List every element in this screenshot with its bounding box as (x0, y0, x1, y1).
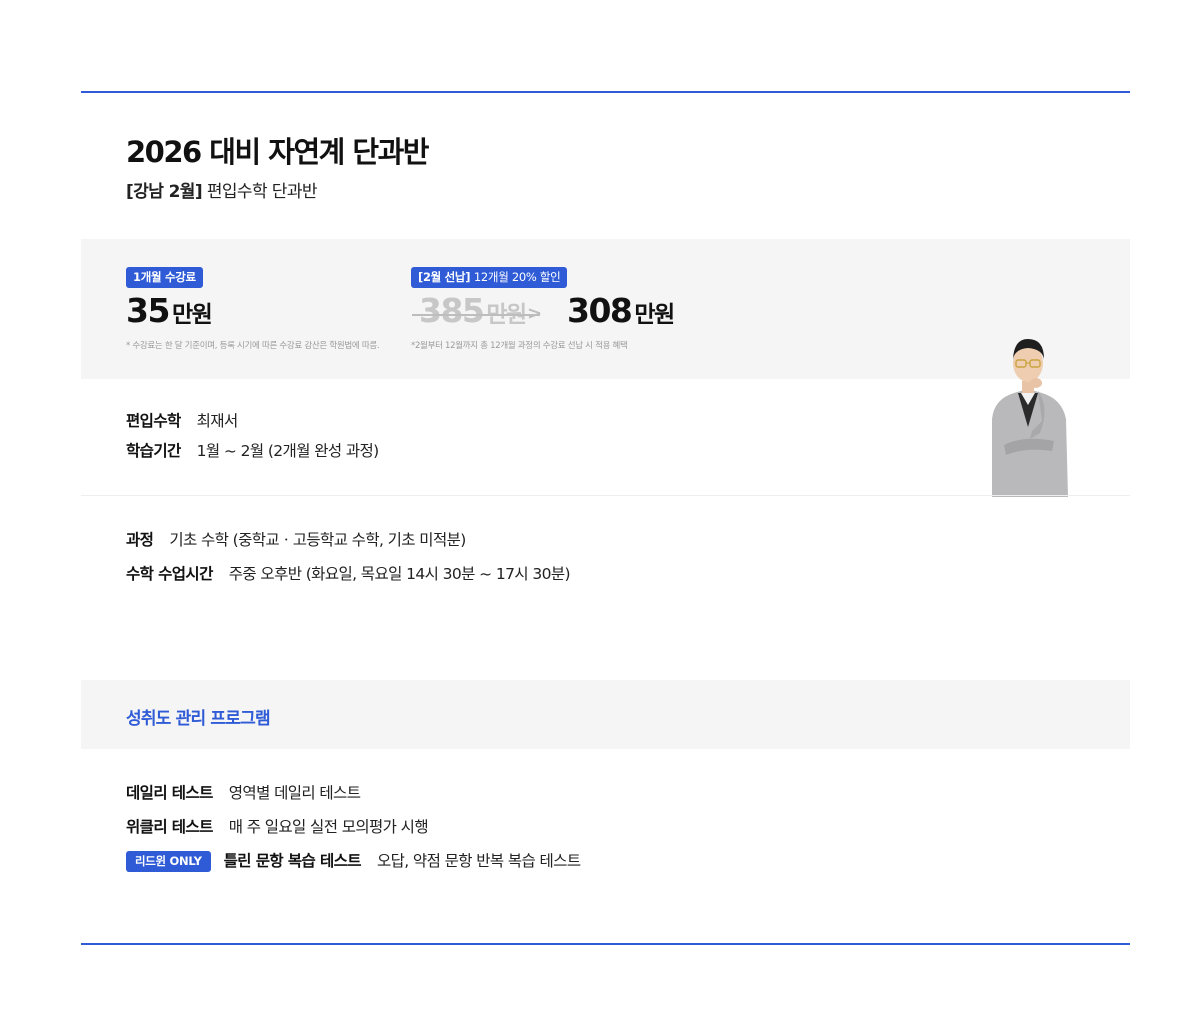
monthly-price-unit: 만원 (171, 302, 213, 328)
price-arrow-icon: > (527, 303, 543, 324)
daily-test-value: 영역별 데일리 테스트 (228, 784, 361, 802)
course-type-row: 과정 기초 수학 (중학교ㆍ고등학교 수학, 기초 미적분) (126, 528, 466, 550)
exclusive-badge: 리드윈 ONLY (126, 851, 211, 872)
daily-test-label: 데일리 테스트 (126, 784, 213, 802)
course-type-value: 기초 수학 (중학교ㆍ고등학교 수학, 기초 미적분) (169, 531, 466, 549)
program-item-daily: 데일리 테스트 영역별 데일리 테스트 (126, 781, 361, 803)
bottom-divider (81, 943, 1130, 945)
discounted-price-unit: 만원 (634, 302, 675, 328)
program-title: 성취도 관리 프로그램 (126, 709, 271, 729)
top-divider (81, 91, 1130, 93)
class-time-label: 수학 수업시간 (126, 565, 213, 583)
page-subtitle: [강남 2월] 편입수학 단과반 (126, 177, 318, 202)
review-test-label: 틀린 문항 복습 테스트 (223, 852, 362, 870)
prepay-badge-text: 12개월 20% 할인 (473, 270, 561, 284)
program-item-weekly: 위클리 테스트 매 주 일요일 실전 모의평가 시행 (126, 815, 429, 837)
section-divider (81, 495, 1130, 496)
weekly-test-value: 매 주 일요일 실전 모의평가 시행 (228, 818, 429, 836)
prepay-note: *2월부터 12월까지 총 12개월 과정의 수강료 선납 시 적용 혜택 (411, 341, 628, 351)
price-strikethrough (412, 314, 540, 316)
instructor-label: 편입수학 (126, 412, 181, 430)
monthly-price-amount: 35 (126, 291, 170, 330)
prepay-badge-tag: [2월 선납] (418, 270, 471, 284)
monthly-fee-badge: 1개월 수강료 (126, 267, 203, 288)
prepay-discount-badge: [2월 선납] 12개월 20% 할인 (411, 267, 568, 288)
program-item-review: 리드윈 ONLY 틀린 문항 복습 테스트 오답, 약점 문항 반복 복습 테스트 (126, 849, 581, 872)
page-title: 2026 대비 자연계 단과반 (126, 135, 429, 169)
instructor-value: 최재서 (196, 412, 239, 430)
original-price-amount: 385 (419, 291, 485, 330)
study-period-row: 학습기간 1월 ~ 2월 (2개월 완성 과정) (126, 439, 379, 461)
study-period-value: 1월 ~ 2월 (2개월 완성 과정) (196, 442, 380, 460)
study-period-label: 학습기간 (126, 442, 181, 460)
teacher-portrait-image (992, 339, 1068, 497)
subtitle-text: 편입수학 단과반 (206, 182, 318, 202)
class-time-row: 수학 수업시간 주중 오후반 (화요일, 목요일 14시 30분 ~ 17시 30… (126, 562, 571, 584)
monthly-price: 35 만원 (126, 291, 213, 330)
review-test-value: 오답, 약점 문항 반복 복습 테스트 (376, 852, 581, 870)
discounted-price-amount: 308 (567, 291, 633, 330)
instructor-row: 편입수학 최재서 (126, 409, 238, 431)
course-type-label: 과정 (126, 531, 154, 549)
program-header-panel: 성취도 관리 프로그램 (81, 680, 1130, 749)
class-time-value: 주중 오후반 (화요일, 목요일 14시 30분 ~ 17시 30분) (228, 565, 571, 583)
pricing-panel: 1개월 수강료 35 만원 * 수강료는 한 달 기준이며, 등록 시기에 따른 … (81, 239, 1130, 379)
weekly-test-label: 위클리 테스트 (126, 818, 213, 836)
prepay-discounted-price: 308 만원 (567, 291, 675, 330)
subtitle-tag: [강남 2월] (126, 182, 203, 202)
monthly-fee-note: * 수강료는 한 달 기준이며, 등록 시기에 따른 수강료 감산은 학원법에 … (126, 341, 380, 351)
prepay-original-price: 385 만원 (419, 291, 527, 330)
course-card: 2026 대비 자연계 단과반 [강남 2월] 편입수학 단과반 1개월 수강료… (81, 91, 1130, 872)
